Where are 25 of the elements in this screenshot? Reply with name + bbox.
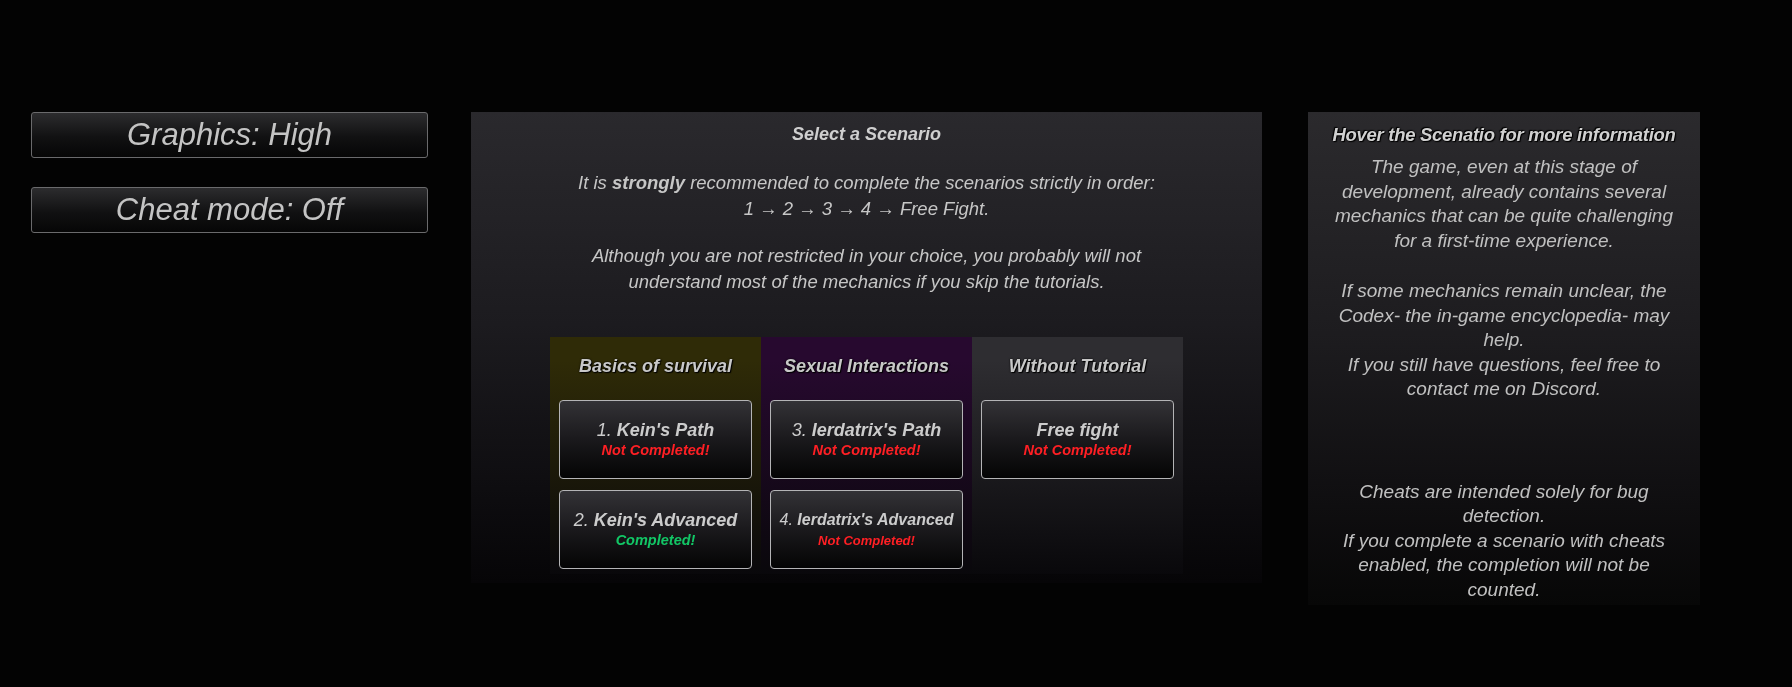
scenario-button[interactable]: 1. Kein's Path Not Completed! xyxy=(559,400,752,479)
scenario-button[interactable]: Free fight Not Completed! xyxy=(981,400,1174,479)
panel-title: Select a Scenario xyxy=(791,123,942,146)
info-text: If some mechanics remain unclear, the Codex- the in-game encyclopedia- may help. xyxy=(1337,279,1671,352)
completion-status: Completed! xyxy=(615,531,696,550)
panel-title: Hover the Scenatio for more information xyxy=(1332,123,1676,147)
completion-status: Not Completed! xyxy=(812,441,921,460)
setting-button[interactable]: Graphics: High xyxy=(31,112,428,158)
instruction-text: It is strongly recommended to complete the scenarios strictly in order: xyxy=(578,171,1155,195)
column-heading: Sexual Interactions xyxy=(783,355,950,378)
column-heading: Basics of survival xyxy=(578,355,733,378)
column-heading: Without Tutorial xyxy=(1008,355,1147,378)
scenario-button[interactable]: 3. Ierdatrix's Path Not Completed! xyxy=(770,400,963,479)
completion-status: Not Completed! xyxy=(1023,441,1132,460)
completion-status: Not Completed! xyxy=(601,441,710,460)
info-text: If you complete a scenario with cheats enabled, the completion will not be counted. xyxy=(1341,528,1667,602)
setting-button[interactable]: Cheat mode: Off xyxy=(31,187,428,233)
note-text: Although you are not restricted in your choice, you probably will not understand most of the mechanics if you skip the tutorials. xyxy=(590,244,1143,294)
info-text: If you still have questions, feel free to contact me on Discord. xyxy=(1346,352,1662,401)
scenario-button[interactable]: 4. Ierdatrix's Advanced Not Completed! xyxy=(770,490,963,569)
info-text: Cheats are intended solely for bug detection. xyxy=(1358,479,1650,528)
instruction-text: 1 → 2 → 3 → 4 → Free Fight. xyxy=(743,196,990,221)
info-text: The game, even at this stage of development, already contains several mechanics that can be quite challenging for a first-time experience. xyxy=(1334,155,1674,253)
completion-status: Not Completed! xyxy=(818,532,915,550)
scenario-button[interactable]: 2. Kein's Advanced Completed! xyxy=(559,490,752,569)
